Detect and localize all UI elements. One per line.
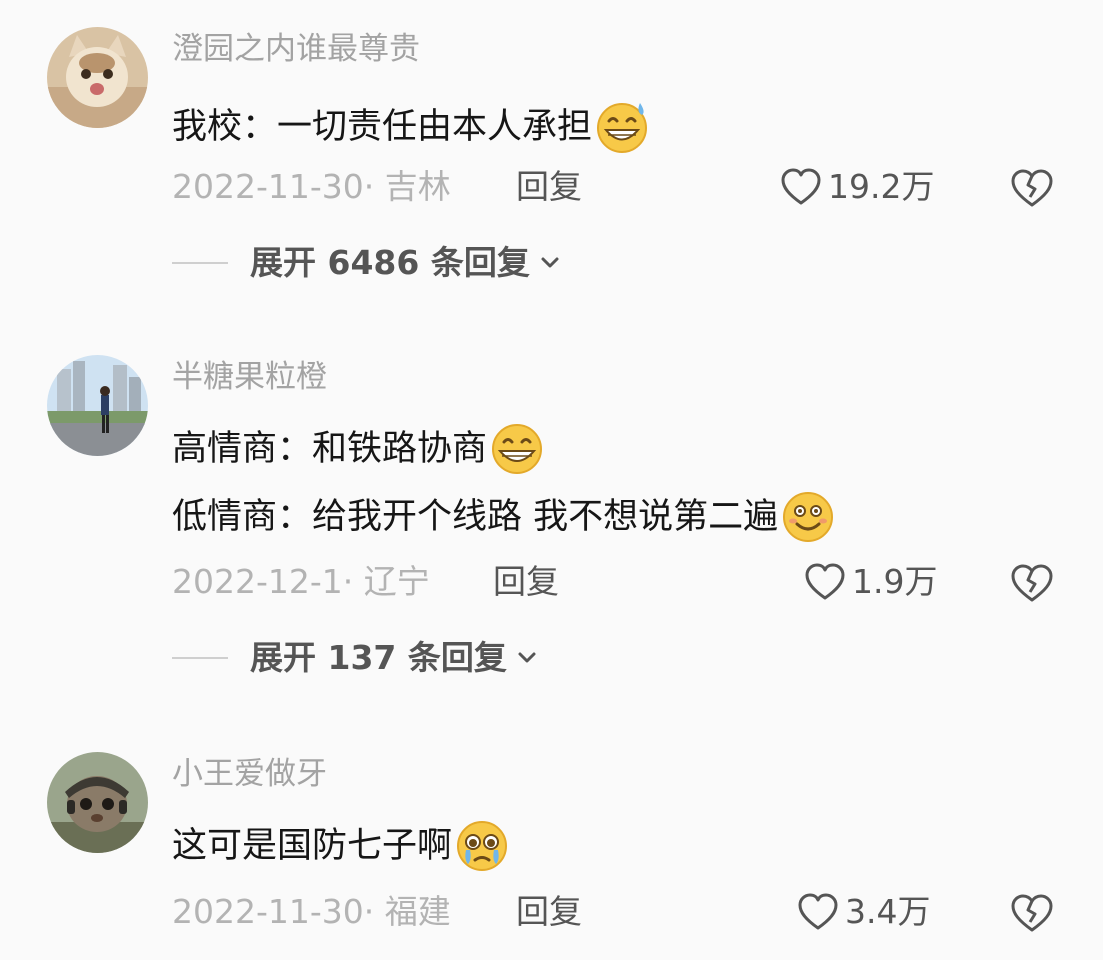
- pleading-emoji: [454, 818, 510, 874]
- dislike-button[interactable]: [1009, 562, 1055, 604]
- heart-outline-icon: [805, 563, 845, 600]
- expand-replies-label: 展开 6486 条回复: [250, 243, 530, 282]
- avatar[interactable]: [47, 752, 148, 853]
- comment-date-location: 2022-12-1· 辽宁: [172, 562, 430, 601]
- reply-button[interactable]: 回复: [516, 890, 582, 934]
- comment-text: 这可是国防七子啊: [172, 826, 453, 866]
- expand-replies-label: 展开 137 条回复: [250, 638, 507, 677]
- like-count: 19.2万: [828, 167, 935, 206]
- like-button[interactable]: 3.4万: [797, 890, 930, 934]
- comment-text-line: 我校：一切责任由本人承担: [172, 99, 650, 155]
- expand-replies-button[interactable]: 展开 137 条回复: [172, 636, 537, 680]
- username[interactable]: 澄园之内谁最尊贵: [172, 27, 420, 71]
- comment-text-line: 这可是国防七子啊: [172, 818, 510, 874]
- grin-emoji: [489, 421, 545, 477]
- divider: [172, 262, 228, 264]
- comment-date-location: 2022-11-30· 吉林: [172, 167, 451, 206]
- like-button[interactable]: 19.2万: [780, 165, 934, 209]
- dislike-button[interactable]: [1009, 167, 1055, 209]
- comment-text-line: 低情商：给我开个线路 我不想说第二遍: [172, 489, 836, 545]
- heart-outline-icon: [798, 893, 838, 930]
- username[interactable]: 半糖果粒橙: [172, 355, 327, 399]
- chevron-down-icon: [518, 652, 536, 663]
- broken-heart-icon: [1011, 894, 1053, 932]
- reply-button[interactable]: 回复: [516, 165, 582, 209]
- heart-outline-icon: [781, 168, 821, 205]
- comment-text: 高情商：和铁路协商: [172, 429, 488, 469]
- username[interactable]: 小王爱做牙: [172, 752, 327, 796]
- expand-replies-button[interactable]: 展开 6486 条回复: [172, 241, 560, 285]
- comment-text: 我校：一切责任由本人承担: [172, 107, 593, 147]
- comment-date-location: 2022-11-30· 福建: [172, 892, 451, 931]
- like-count: 3.4万: [845, 892, 931, 931]
- dislike-button[interactable]: [1009, 892, 1055, 934]
- chevron-down-icon: [541, 257, 559, 268]
- avatar[interactable]: [47, 27, 148, 128]
- reply-button[interactable]: 回复: [493, 560, 559, 604]
- smile-emoji: [780, 489, 836, 545]
- divider: [172, 657, 228, 659]
- like-count: 1.9万: [852, 562, 938, 601]
- like-button[interactable]: 1.9万: [804, 560, 937, 604]
- broken-heart-icon: [1011, 564, 1053, 602]
- grin-sweat-emoji: [594, 99, 650, 155]
- broken-heart-icon: [1011, 169, 1053, 207]
- comment-text: 低情商：给我开个线路 我不想说第二遍: [172, 497, 779, 537]
- comment-text-line: 高情商：和铁路协商: [172, 421, 545, 477]
- avatar[interactable]: [47, 355, 148, 456]
